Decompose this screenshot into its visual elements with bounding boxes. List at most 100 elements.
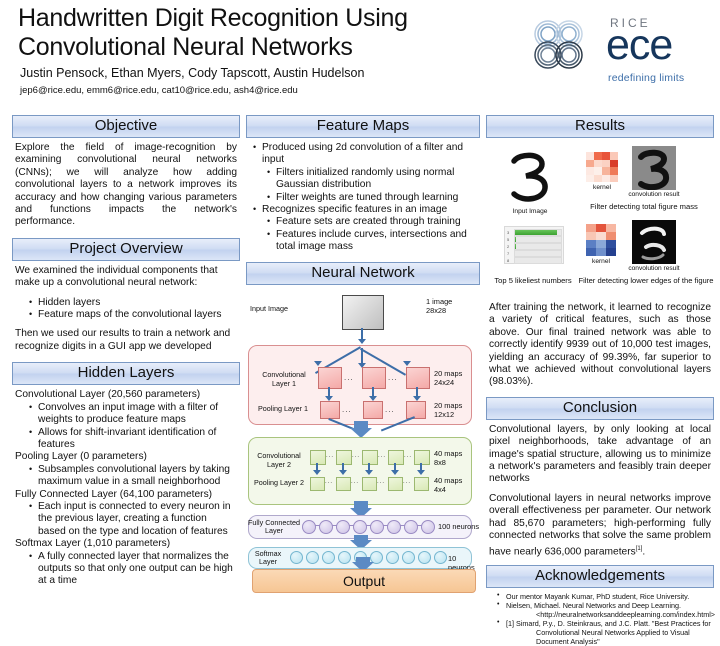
arrow-conv2-pool2-head — [339, 470, 347, 475]
input-image-caption: Input Image — [496, 208, 564, 216]
top5-row — [514, 257, 562, 264]
fc-neuron — [319, 520, 333, 534]
pool1-dims: 12x12 — [434, 410, 454, 419]
feature-maps-heading: Feature Maps — [246, 115, 480, 138]
list-item: Recognizes specific features in an image — [253, 204, 477, 216]
email-list: jep6@rice.edu, emm6@rice.edu, cat10@rice… — [20, 85, 298, 96]
pool2-ellipsis: ... — [377, 479, 385, 485]
conclusion-p2-end: . — [642, 546, 645, 557]
rice-knot-icon — [522, 10, 594, 82]
arrow-conv2-pool2-head — [391, 470, 399, 475]
top5-row-label: 7 — [507, 251, 509, 256]
top5-row — [514, 229, 562, 236]
list-item: Feature sets are created through trainin… — [267, 216, 477, 228]
top5-row-label: 8 — [507, 258, 509, 263]
conv1-label-line1: Convolutional — [252, 371, 316, 379]
hidden-layers-body: Convolutional Layer (20,560 parameters) … — [12, 389, 240, 588]
conv2-ellipsis: ... — [378, 453, 386, 459]
list-item: Subsamples convolutional layers by takin… — [29, 464, 237, 489]
fanout-left-head — [314, 361, 322, 366]
input-image-block — [342, 295, 384, 330]
pool2-map — [362, 477, 377, 491]
conv1-map — [406, 367, 430, 389]
project-overview-bullets: Hidden layers Feature maps of the convol… — [15, 297, 237, 322]
results-body: After training the network, it learned t… — [489, 302, 711, 389]
fc-neuron — [421, 520, 435, 534]
pool1-label: Pooling Layer 1 — [248, 405, 318, 413]
logo-dept-text: ece — [606, 24, 672, 67]
conv2-map — [336, 450, 352, 465]
neural-network-diagram: Input Image 1 image 28x28 Convolutional … — [246, 289, 480, 561]
pool2-ellipsis: ... — [351, 479, 359, 485]
conclusion-heading: Conclusion — [486, 397, 714, 420]
layer-name: Fully Connected Layer (64,100 parameters… — [15, 489, 237, 501]
list-item: Allows for shift-invariant identificatio… — [29, 427, 237, 452]
convolution-result-bottom — [632, 220, 676, 264]
conv1-dims: 24x24 — [434, 378, 454, 387]
objective-heading: Objective — [12, 115, 240, 138]
fc-neuron-count: 100 neurons — [438, 522, 479, 531]
layer-name: Softmax Layer (1,010 parameters) — [15, 538, 237, 550]
pool2-map — [388, 477, 403, 491]
conv-pool-2-group — [248, 437, 472, 505]
arrow-conv2-pool2-head — [417, 470, 425, 475]
pool1-map — [320, 401, 340, 419]
pool2-maps-count: 40 maps — [434, 476, 462, 485]
conv2-map — [310, 450, 326, 465]
list-item: Each input is connected to every neuron … — [29, 501, 237, 538]
right-column: Results Input Image kernel convolution r… — [486, 115, 714, 646]
output-bar: Output — [252, 569, 476, 593]
convolution-result-top — [632, 146, 676, 190]
acknowledgements-heading: Acknowledgements — [486, 565, 714, 588]
conclusion-paragraph-1: Convolutional layers, by only looking at… — [489, 424, 711, 486]
fc-label-line2: Layer — [248, 527, 300, 535]
neural-network-heading: Neural Network — [246, 262, 480, 285]
pool2-map — [310, 477, 325, 491]
list-item: Feature maps of the convolutional layers — [29, 309, 237, 321]
conv1-map — [318, 367, 342, 389]
input-size-line2: 28x28 — [426, 306, 446, 315]
project-overview-heading: Project Overview — [12, 238, 240, 261]
fc-neuron — [370, 520, 384, 534]
conv2-map — [414, 450, 430, 465]
list-item: [1] Simard, P.y., D. Steinkraus, and J.C… — [497, 619, 711, 646]
top5-row — [514, 243, 562, 250]
top5-caption: Top 5 likeliest numbers — [490, 276, 576, 285]
pool2-dims: 4x4 — [434, 485, 446, 494]
list-item: Hidden layers — [29, 297, 237, 309]
pool2-map — [336, 477, 351, 491]
kernel-heatmap-bottom — [586, 224, 616, 256]
conv-result-caption-top: convolution result — [628, 191, 680, 199]
acknowledgements-body: Our mentor Mayank Kumar, PhD student, Ri… — [486, 592, 714, 646]
conv1-map — [362, 367, 386, 389]
arrow-conv2-pool2-head — [365, 470, 373, 475]
top5-row — [514, 250, 562, 257]
left-column: Objective Explore the field of image-rec… — [12, 115, 240, 588]
page-title: Handwritten Digit Recognition Using Conv… — [18, 4, 488, 62]
conclusion-p2-text: Convolutional layers in neural networks … — [489, 493, 711, 557]
feature-maps-bullets: Produced using 2d convolution of a filte… — [249, 142, 477, 254]
results-figures: Input Image kernel convolution result Fi… — [486, 142, 714, 302]
layer-name: Pooling Layer (0 parameters) — [15, 451, 237, 463]
conv2-map — [362, 450, 378, 465]
pool2-map — [414, 477, 429, 491]
poster-header: Handwritten Digit Recognition Using Conv… — [0, 0, 720, 108]
list-item: Features include curves, intersections a… — [267, 229, 477, 254]
list-item: Filters initialized randomly using norma… — [267, 167, 477, 192]
logo-tagline: redefining limits — [608, 72, 684, 84]
kernel-caption-top: kernel — [586, 184, 618, 192]
layer-name: Convolutional Layer (20,560 parameters) — [15, 389, 237, 401]
fc-neuron — [302, 520, 316, 534]
conv1-maps-count: 20 maps — [434, 369, 462, 378]
fc-neuron — [404, 520, 418, 534]
conv1-ellipsis-1: ... — [344, 373, 354, 382]
conv2-maps-count: 40 maps — [434, 449, 462, 458]
conclusion-paragraph-2: Convolutional layers in neural networks … — [489, 493, 711, 558]
hidden-layers-heading: Hidden Layers — [12, 362, 240, 385]
fc-neuron — [336, 520, 350, 534]
ack-link[interactable]: <http://neuralnetworksanddeeplearning.co… — [506, 610, 711, 619]
rice-ece-logo: RICE ece redefining limits — [522, 6, 712, 94]
pool2-ellipsis: ... — [403, 479, 411, 485]
conv2-ellipsis: ... — [352, 453, 360, 459]
pool1-map — [406, 401, 426, 419]
